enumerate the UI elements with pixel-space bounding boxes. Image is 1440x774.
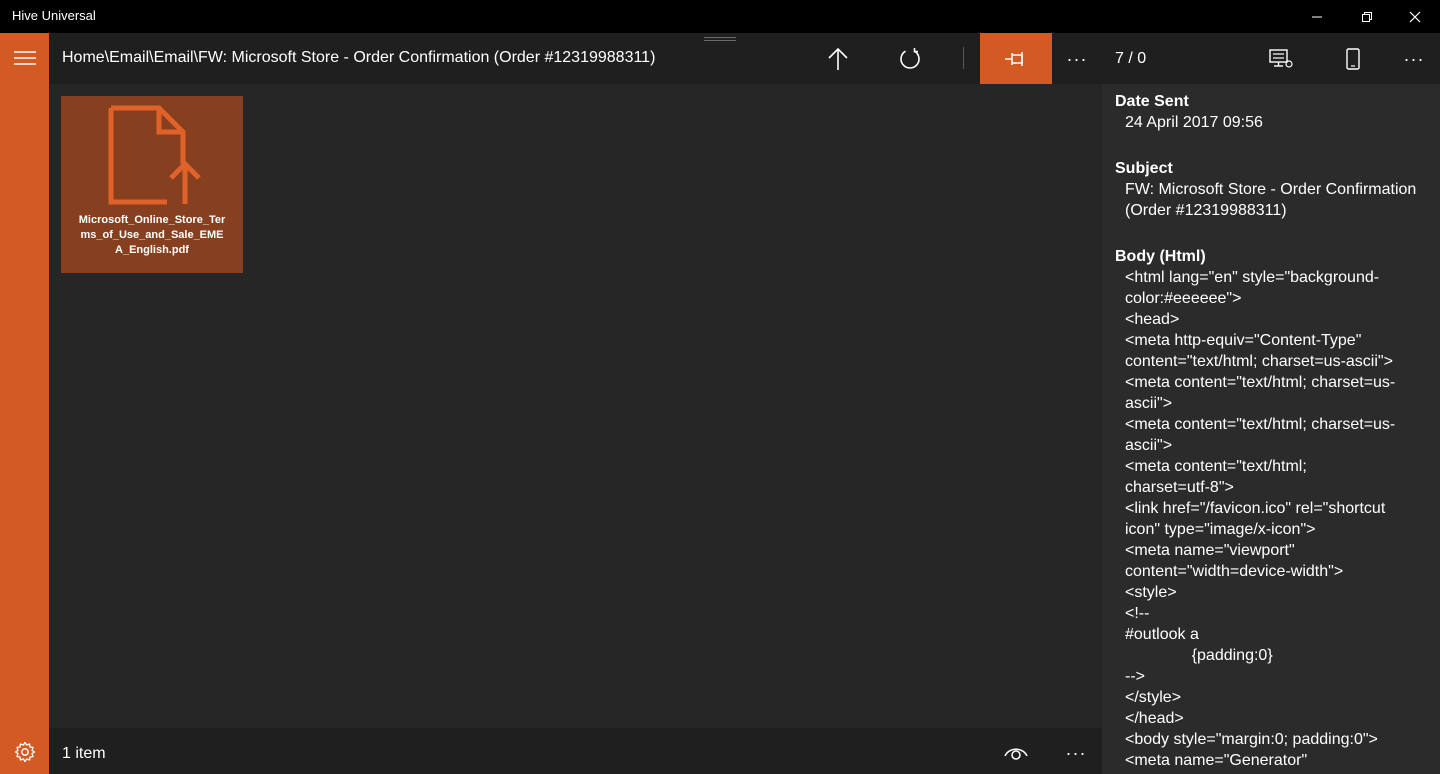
gear-icon (14, 741, 35, 763)
item-count: 1 item (62, 745, 106, 762)
body-line: <head> (1125, 311, 1180, 328)
date-sent-value: 24 April 2017 09:56 (1125, 114, 1263, 131)
date-sent-label: Date Sent (1115, 93, 1189, 110)
body-line: ascii"> (1125, 395, 1173, 412)
hamburger-icon (13, 51, 36, 65)
phone-icon (1346, 48, 1360, 70)
eye-icon (1004, 748, 1028, 760)
subject-label: Subject (1115, 160, 1173, 177)
up-button[interactable] (803, 33, 873, 84)
pin-icon (1005, 51, 1023, 66)
item-counter: 7 / 0 (1115, 50, 1147, 67)
details-pane: 7 / 0 ··· Date Sent 24 April 2017 09:56 (1102, 33, 1440, 774)
file-tile[interactable]: Microsoft_Online_Store_Terms_of_Use_and_… (61, 96, 243, 273)
body-label: Body (Html) (1115, 248, 1206, 265)
properties-list: Date Sent 24 April 2017 09:56 Subject FW… (1115, 91, 1430, 771)
body-line: ascii"> (1125, 437, 1173, 454)
minimize-button[interactable] (1294, 0, 1340, 33)
details-header: 7 / 0 ··· (1102, 33, 1440, 84)
close-icon (1409, 11, 1421, 22)
preview-toggle-button[interactable] (994, 740, 1038, 766)
body-line: content="text/html; charset=us-ascii"> (1125, 353, 1393, 370)
body-line: --> (1125, 668, 1145, 685)
body-line: <meta http-equiv="Content-Type" (1125, 332, 1362, 349)
body-line: icon" type="image/x-icon"> (1125, 521, 1316, 538)
command-bar: Home\Email\Email\FW: Microsoft Store - O… (49, 33, 1102, 84)
body-line: <html lang="en" style="background- (1125, 269, 1380, 286)
restore-icon (1362, 11, 1372, 22)
breadcrumb: Home\Email\Email\FW: Microsoft Store - O… (62, 49, 656, 66)
body-line: </head> (1125, 710, 1184, 727)
refresh-icon (900, 47, 920, 69)
body-line: color:#eeeeee"> (1125, 290, 1242, 307)
status-bar: 1 item ··· (49, 728, 1102, 774)
file-upload-icon (108, 105, 201, 205)
settings-button[interactable] (0, 730, 49, 774)
body-line: charset=utf-8"> (1125, 479, 1234, 496)
file-list-area: Microsoft_Online_Store_Terms_of_Use_and_… (49, 84, 1102, 728)
body-line: <meta content="text/html; charset=us- (1125, 374, 1396, 391)
body-line: <!-- (1125, 605, 1150, 622)
arrow-up-icon (828, 47, 848, 70)
refresh-button[interactable] (875, 33, 945, 84)
close-button[interactable] (1392, 0, 1438, 33)
body-line: {padding:0} (1125, 647, 1273, 664)
status-more-button[interactable]: ··· (1054, 740, 1098, 766)
body-line: <body style="margin:0; padding:0"> (1125, 731, 1378, 748)
body-line: content="width=device-width"> (1125, 563, 1344, 580)
body-html-value: <html lang="en" style="background- color… (1115, 267, 1430, 771)
body-line: <meta name="viewport" (1125, 542, 1295, 559)
navigation-rail (0, 33, 49, 774)
body-line: <meta content="text/html; (1125, 458, 1307, 475)
more-icon: ··· (1403, 49, 1425, 69)
body-line: #outlook a (1125, 626, 1199, 643)
app-title: Hive Universal (12, 8, 96, 23)
subject-value: FW: Microsoft Store - Order Confirmation… (1125, 181, 1421, 219)
body-line: <style> (1125, 584, 1177, 601)
body-line: <meta content="text/html; charset=us- (1125, 416, 1396, 433)
more-icon: ··· (1066, 48, 1088, 69)
details-more-button[interactable]: ··· (1392, 39, 1436, 79)
display-mode-button[interactable] (1259, 39, 1303, 79)
minimize-icon (1312, 16, 1322, 17)
drag-handle[interactable] (704, 37, 736, 41)
body-line: </style> (1125, 689, 1182, 706)
title-bar: Hive Universal (0, 0, 1440, 33)
body-line: <meta name="Generator" (1125, 752, 1308, 769)
monitor-list-icon (1269, 49, 1293, 68)
menu-button[interactable] (0, 33, 49, 83)
toolbar-separator (963, 47, 964, 69)
restore-button[interactable] (1344, 0, 1390, 33)
device-button[interactable] (1331, 39, 1375, 79)
more-icon: ··· (1065, 743, 1087, 763)
file-name: Microsoft_Online_Store_Terms_of_Use_and_… (78, 214, 226, 256)
body-line: <link href="/favicon.ico" rel="shortcut (1125, 500, 1386, 517)
